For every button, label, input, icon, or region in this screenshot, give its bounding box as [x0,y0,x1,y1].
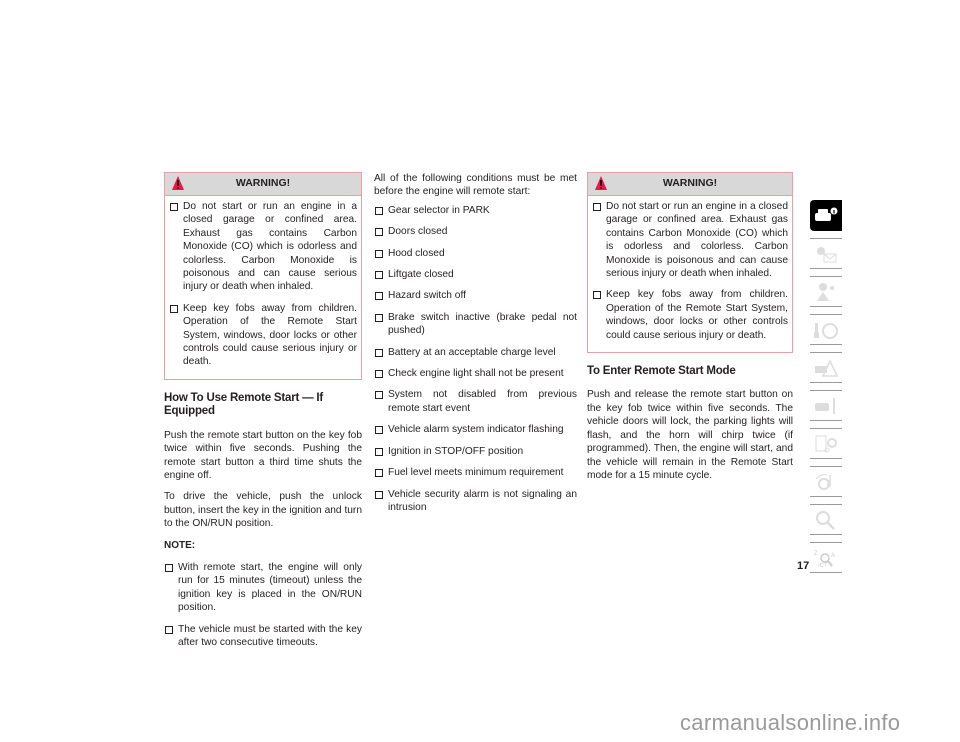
svg-text:A: A [831,553,835,559]
paragraph: Push and release the remote start button… [587,389,793,481]
condition-item: Vehicle security alarm is not signaling … [374,488,577,515]
chapter-tabs: Z A ICT [810,200,842,580]
condition-item: Hazard switch off [374,289,577,302]
warning-lights-messages-icon [817,246,837,262]
paragraph: To drive the vehicle, push the unlock bu… [164,491,362,530]
search-index-icon [816,510,835,530]
column-right: WARNING! Do not start or run an engine i… [587,172,793,490]
chapter-tab[interactable] [810,504,842,535]
car-wrench-service-icon [815,397,835,414]
chapter-tab[interactable] [810,352,842,383]
bullet-box-icon [165,625,173,634]
bullet-box-icon [593,203,601,211]
bullet-box-icon [170,203,178,211]
chapter-tab[interactable] [810,466,842,497]
bullet-box-icon [375,447,383,456]
warning-item: Do not start or run an engine in a close… [169,200,357,294]
warning-triangle-icon [172,176,184,190]
warning-box: WARNING! Do not start or run an engine i… [164,172,362,380]
condition-item: Brake switch inactive (brake pedal not p… [374,311,577,338]
chapter-tab[interactable] [810,276,842,307]
bullet-box-icon [375,228,383,237]
chapter-tab[interactable] [810,314,842,345]
column-middle: All of the following conditions must be … [374,172,577,522]
bullet-box-icon [375,391,383,400]
chapter-tab[interactable]: Z A ICT [810,542,842,573]
bullet-box-icon [170,304,178,313]
chapter-tab[interactable] [810,428,842,459]
car-info-icon [815,207,838,221]
multimedia-icon [815,473,831,490]
key-steering-wheel-icon [814,322,838,339]
condition-item: Ignition in STOP/OFF position [374,445,577,458]
warning-title: WARNING! [235,177,291,190]
bullet-box-icon [375,469,383,478]
svg-text:Z: Z [814,551,818,557]
warning-box: WARNING! Do not start or run an engine i… [587,172,793,354]
bullet-box-icon [375,313,383,322]
paragraph: All of the following conditions must be … [374,173,577,198]
warning-item: Keep key fobs away from children. Operat… [592,288,788,342]
conditions-list: Gear selector in PARK Doors closed Hood cl… [374,204,577,515]
page-number: 17 [797,560,810,572]
chapter-tab[interactable] [810,238,842,269]
condition-item: Fuel level meets minimum requirement [374,466,577,479]
warning-item: Keep key fobs away from children. Operat… [169,302,357,369]
svg-text:ICT: ICT [818,563,828,569]
warning-title: WARNING! [662,177,718,190]
chapter-tab[interactable] [810,200,842,231]
airbag-safety-icon [817,282,834,301]
bullet-box-icon [375,370,383,379]
note-item: With remote start, the engine will only … [164,561,362,615]
bullet-box-icon [375,271,383,280]
bullet-box-icon [375,490,383,499]
watermark: carmanualsonline.info [680,710,901,735]
section-heading: How To Use Remote Start — If Equipped [164,391,324,418]
languages-index-icon: Z AICT [814,551,835,569]
condition-item: Gear selector in PARK [374,204,577,217]
warning-triangle-icon [595,176,607,190]
bullet-box-icon [375,292,383,301]
warning-header: WARNING! [165,173,361,196]
bullet-box-icon [375,249,383,258]
bullet-box-icon [375,426,383,435]
warning-header: WARNING! [588,173,792,196]
warning-item: Do not start or run an engine in a close… [592,200,788,280]
bullet-box-icon [593,291,601,300]
emergency-triangle-car-icon [815,358,839,377]
bullet-box-icon [375,206,383,215]
bullet-box-icon [165,563,173,572]
condition-item: Liftgate closed [374,268,577,281]
note-item: The vehicle must be started with the key… [164,623,362,650]
paragraph: Push the remote start button on the key … [164,429,362,481]
condition-item: Battery at an acceptable charge level [374,346,577,359]
condition-item: Check engine light shall not be present [374,367,577,380]
condition-item: Vehicle alarm system indicator flashing [374,423,577,436]
specifications-gear-icon [815,435,837,452]
condition-item: Hood closed [374,247,577,260]
column-left: WARNING! Do not start or run an engine i… [164,172,362,657]
chapter-tab[interactable] [810,390,842,421]
section-heading: To Enter Remote Start Mode [587,365,736,378]
condition-item: Doors closed [374,225,577,238]
bullet-box-icon [375,348,383,357]
note-label: NOTE: [164,539,196,551]
condition-item: System not disabled from previous remote… [374,388,577,415]
